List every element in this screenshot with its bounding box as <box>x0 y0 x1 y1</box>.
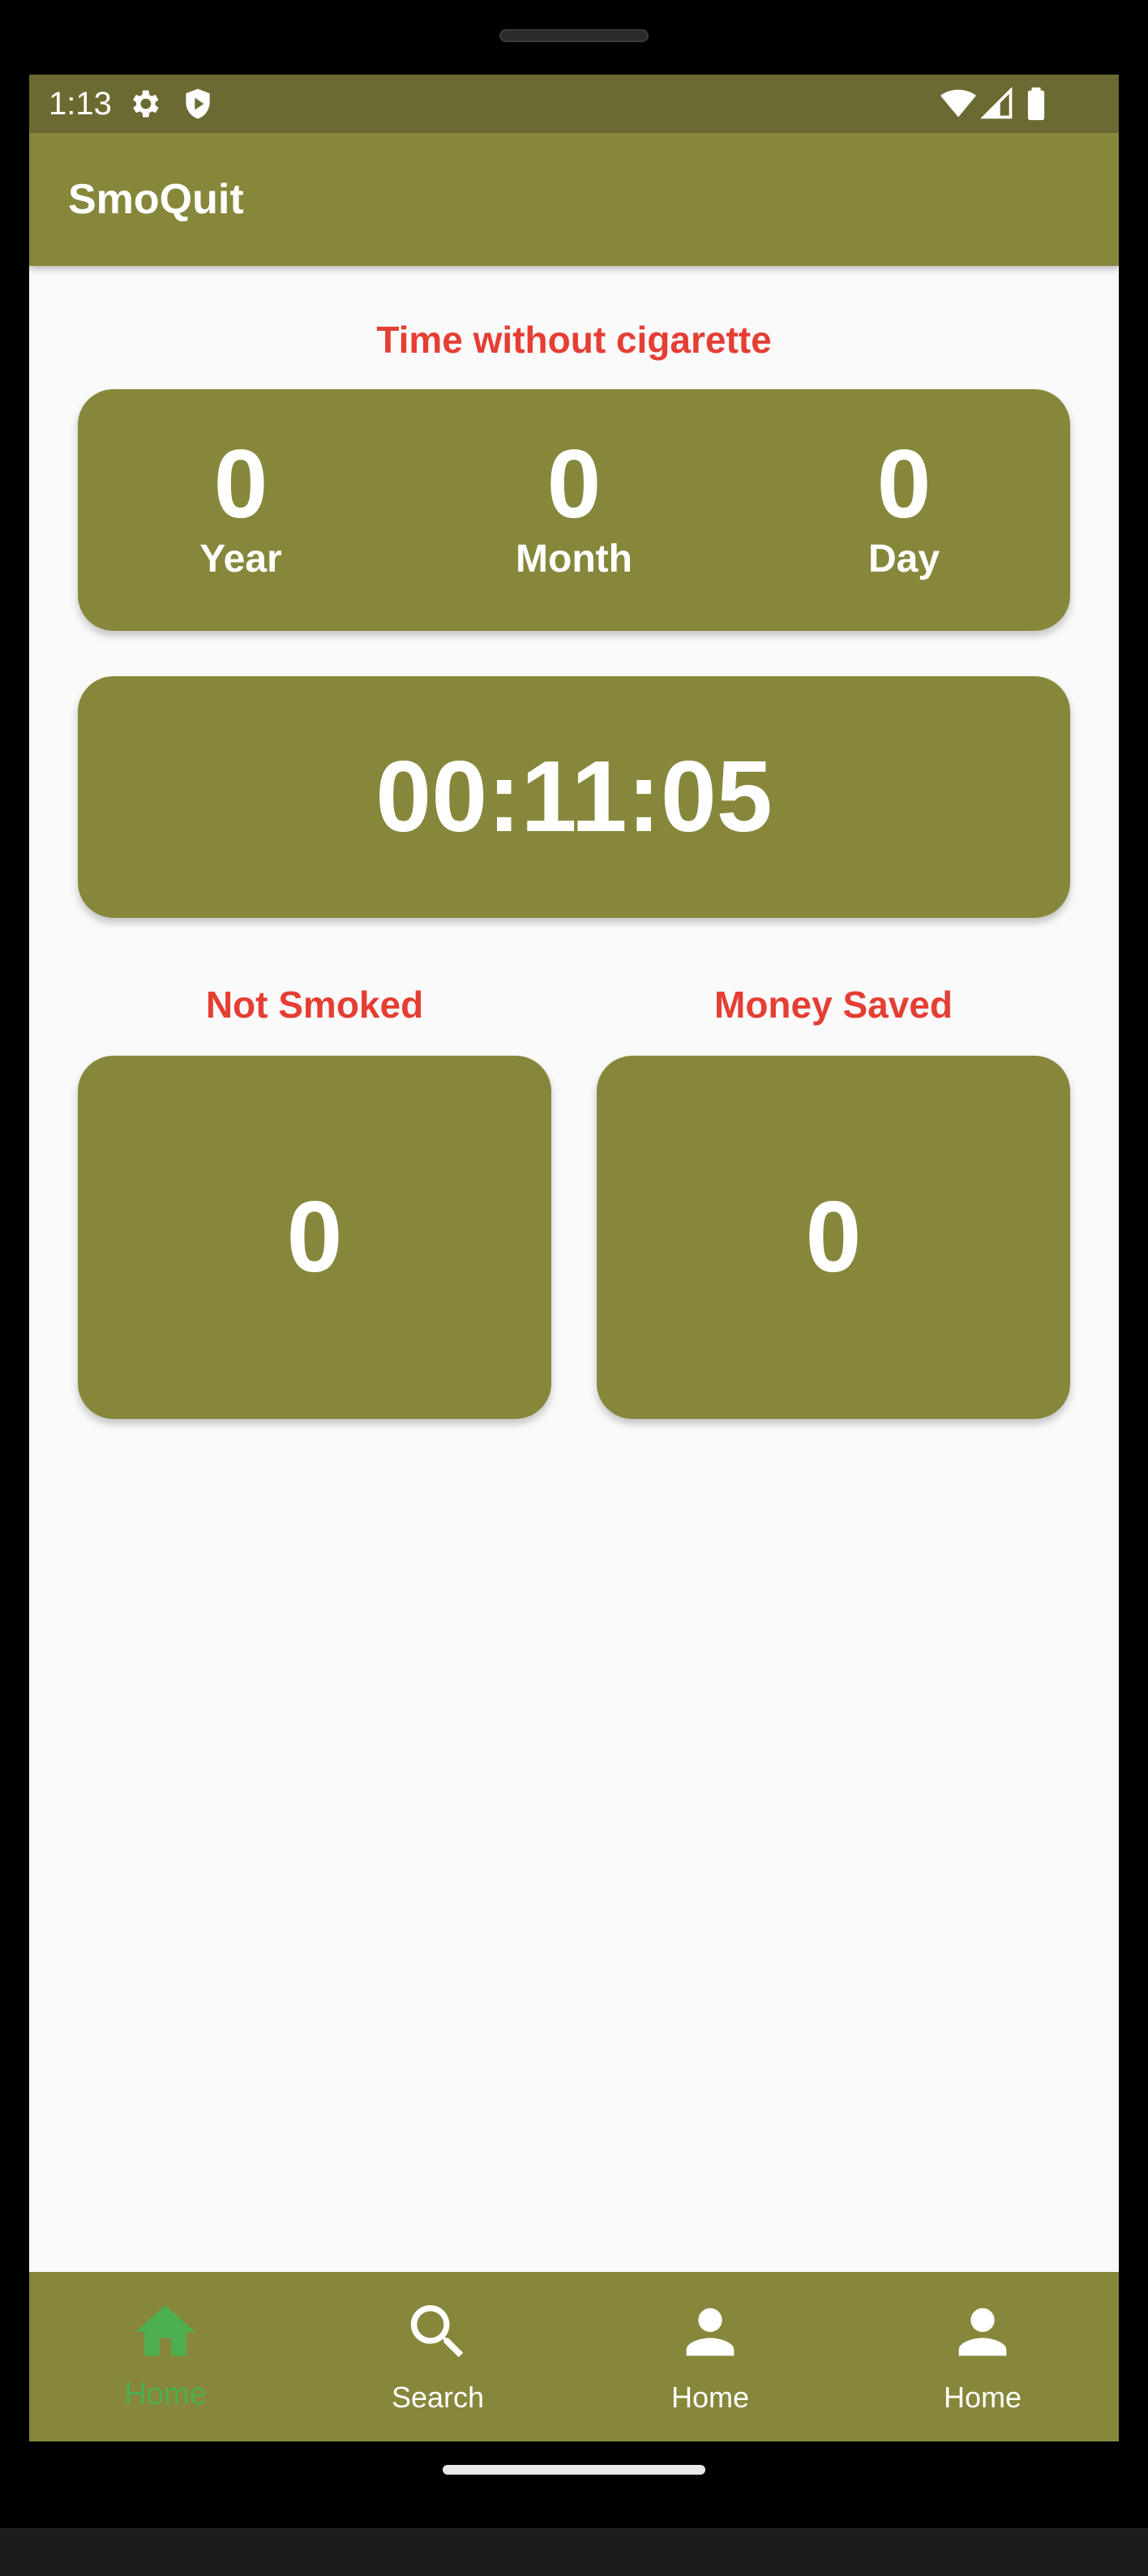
wifi-icon <box>940 89 976 118</box>
money-saved-card: 0 <box>597 1056 1070 1419</box>
battery-icon <box>1027 87 1045 121</box>
app-bar: SmoQuit <box>29 133 1119 266</box>
nav-item-search[interactable]: Search <box>302 2272 574 2441</box>
nav-label-profile-1: Home <box>670 2381 750 2414</box>
duration-card: 0 Year 0 Month 0 Day <box>78 389 1070 631</box>
device-speaker <box>499 29 649 42</box>
status-bar: 1:13 <box>29 75 1119 133</box>
gear-icon <box>133 90 159 118</box>
month-value: 0 <box>546 430 602 538</box>
home-indicator[interactable] <box>443 2465 705 2475</box>
app-title: SmoQuit <box>68 176 244 223</box>
nav-item-profile-2[interactable]: Home <box>846 2272 1119 2441</box>
day-unit: 0 Day <box>782 431 1026 582</box>
device-bottom-bezel <box>0 2528 1148 2576</box>
time-without-title: Time without cigarette <box>376 319 772 361</box>
clock-card: 00:11:05 <box>78 676 1070 918</box>
day-label: Day <box>867 538 940 581</box>
status-time: 1:13 <box>49 86 112 122</box>
bottom-navigation: Home Search Home Home <box>29 2272 1119 2441</box>
year-unit: 0 Year <box>119 431 362 582</box>
money-saved-title: Money Saved <box>714 984 953 1026</box>
screen: 1:13 SmoQuit Time without cigarette 0 Ye… <box>29 75 1119 2441</box>
year-label: Year <box>199 538 282 581</box>
nav-item-home[interactable]: Home <box>29 2272 302 2441</box>
elapsed-clock: 00:11:05 <box>375 741 773 853</box>
nav-label-profile-2: Home <box>943 2381 1022 2414</box>
nav-label-search: Search <box>391 2381 485 2414</box>
month-unit: 0 Month <box>452 431 696 582</box>
nav-item-profile-1[interactable]: Home <box>574 2272 846 2441</box>
search-icon <box>410 2305 464 2358</box>
month-label: Month <box>516 538 632 581</box>
nav-label-home: Home <box>124 2377 207 2411</box>
device-frame: 1:13 SmoQuit Time without cigarette 0 Ye… <box>0 0 1148 2576</box>
person-icon <box>686 2308 735 2356</box>
not-smoked-value: 0 <box>286 1181 343 1293</box>
shield-icon <box>186 88 210 119</box>
not-smoked-card: 0 <box>78 1056 551 1419</box>
money-saved-value: 0 <box>805 1181 862 1293</box>
home-icon <box>135 2305 195 2356</box>
day-value: 0 <box>876 430 932 538</box>
not-smoked-title: Not Smoked <box>205 984 424 1026</box>
person-icon <box>958 2308 1007 2356</box>
year-value: 0 <box>213 430 268 538</box>
signal-icon <box>980 87 1013 119</box>
